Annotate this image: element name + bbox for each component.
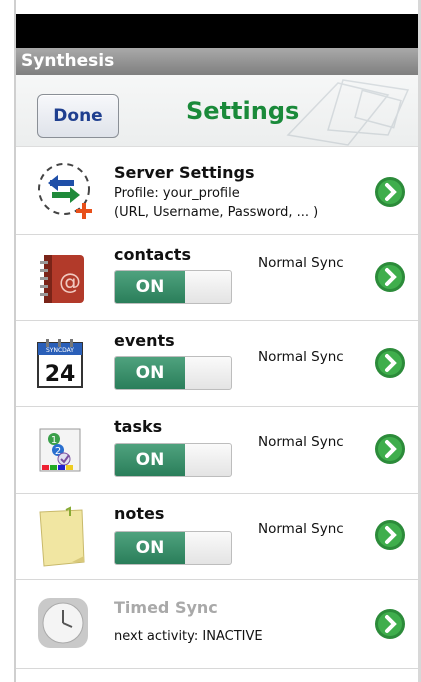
settings-list: Server Settings Profile: your_profile (U… — [16, 147, 418, 669]
sticky-note-icon — [39, 506, 85, 567]
events-row[interactable]: SYNCDAY 24 events ON Normal Sync — [16, 321, 418, 407]
app-window: Synthesis Done Settings Server Settings — [0, 0, 421, 682]
left-border — [0, 0, 16, 682]
contacts-row[interactable]: @ contacts ON Normal Sync — [16, 235, 418, 321]
done-button[interactable]: Done — [37, 94, 119, 138]
timed-sync-title: Timed Sync — [114, 598, 218, 617]
chevron-right-icon[interactable] — [374, 519, 406, 551]
contacts-sync-mode[interactable]: Normal Sync — [258, 255, 344, 271]
chevron-right-icon[interactable] — [374, 433, 406, 465]
chevron-right-icon[interactable] — [374, 261, 406, 293]
server-profile: Profile: your_profile — [114, 186, 240, 201]
settings-header: Done Settings — [16, 75, 418, 147]
notes-sync-mode[interactable]: Normal Sync — [258, 521, 344, 537]
server-sync-icon — [38, 163, 92, 219]
notes-title: notes — [114, 504, 165, 523]
tasks-row[interactable]: 1 2 tasks ON Normal Sync — [16, 407, 418, 494]
events-toggle[interactable]: ON — [114, 356, 232, 390]
toggle-on-label: ON — [115, 444, 185, 476]
calendar-icon: SYNCDAY 24 — [37, 339, 83, 388]
app-title-bar: Synthesis — [16, 48, 418, 75]
chevron-right-icon[interactable] — [374, 176, 406, 208]
toggle-on-label: ON — [115, 532, 185, 564]
toggle-on-label: ON — [115, 271, 185, 303]
timed-sync-row[interactable]: Timed Sync next activity: INACTIVE — [16, 580, 418, 669]
chevron-right-icon[interactable] — [374, 347, 406, 379]
server-details: (URL, Username, Password, ... ) — [114, 205, 319, 220]
svg-text:@: @ — [59, 270, 81, 295]
calendar-day-text: 24 — [45, 362, 76, 387]
toggle-on-label: ON — [115, 357, 185, 389]
clock-icon — [38, 598, 88, 648]
chevron-right-icon[interactable] — [374, 608, 406, 640]
server-settings-row[interactable]: Server Settings Profile: your_profile (U… — [16, 147, 418, 235]
app-title: Synthesis — [21, 51, 115, 71]
notes-row[interactable]: notes ON Normal Sync — [16, 494, 418, 580]
calendar-header-text: SYNCDAY — [46, 347, 74, 354]
address-book-icon: @ — [40, 255, 84, 303]
tasks-title: tasks — [114, 417, 163, 436]
events-sync-mode[interactable]: Normal Sync — [258, 349, 344, 365]
tasks-toggle[interactable]: ON — [114, 443, 232, 477]
contacts-title: contacts — [114, 245, 191, 264]
server-settings-title: Server Settings — [114, 163, 255, 182]
status-bar — [16, 14, 418, 48]
notes-toggle[interactable]: ON — [114, 531, 232, 565]
tasks-icon: 1 2 — [39, 428, 81, 472]
events-title: events — [114, 331, 175, 350]
page-title: Settings — [186, 97, 300, 125]
contacts-toggle[interactable]: ON — [114, 270, 232, 304]
timed-sync-status: next activity: INACTIVE — [114, 629, 263, 644]
tasks-sync-mode[interactable]: Normal Sync — [258, 434, 344, 450]
